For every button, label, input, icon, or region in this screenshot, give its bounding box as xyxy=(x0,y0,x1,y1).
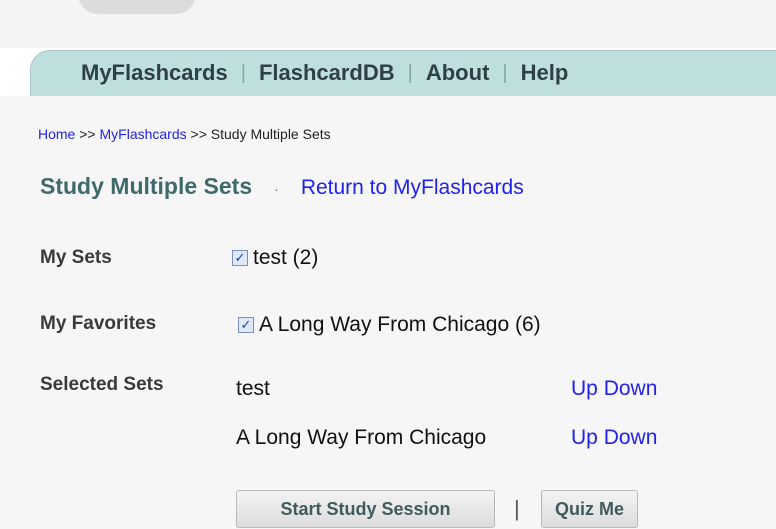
selected-set-order-controls: Up Down xyxy=(571,377,657,401)
checkbox-checked-icon[interactable]: ✓ xyxy=(238,317,254,333)
move-down-link[interactable]: Down xyxy=(604,377,658,400)
start-study-session-button[interactable]: Start Study Session xyxy=(236,490,495,528)
move-up-link[interactable]: Up xyxy=(571,377,598,400)
my-favorites-item[interactable]: ✓ A Long Way From Chicago (6) xyxy=(238,313,541,337)
logo xyxy=(78,0,196,14)
set-name: A Long Way From Chicago (6) xyxy=(259,313,541,336)
nav-separator: | xyxy=(407,61,413,84)
breadcrumb-separator: >> xyxy=(186,126,211,142)
checkbox-checked-icon[interactable]: ✓ xyxy=(232,250,248,266)
nav-separator: | xyxy=(502,61,508,84)
selected-set-order-controls: Up Down xyxy=(571,426,657,450)
nav-item-help[interactable]: Help xyxy=(521,60,569,86)
quiz-me-button[interactable]: Quiz Me xyxy=(541,490,638,528)
breadcrumb-separator: >> xyxy=(75,126,100,142)
breadcrumb-current: Study Multiple Sets xyxy=(210,126,331,142)
nav-item-myflashcards[interactable]: MyFlashcards xyxy=(81,60,228,86)
actions-separator: | xyxy=(514,496,520,521)
page-title: Study Multiple Sets xyxy=(40,173,253,199)
nav-separator: | xyxy=(240,61,246,84)
selected-set-name: test xyxy=(236,377,270,400)
selected-sets-label: Selected Sets xyxy=(40,374,164,395)
title-row: Study Multiple Sets · Return to MyFlashc… xyxy=(40,173,524,200)
header-band xyxy=(0,0,776,48)
my-favorites-label: My Favorites xyxy=(40,313,157,334)
nav-item-flashcarddb[interactable]: FlashcardDB xyxy=(259,60,395,86)
set-name: test (2) xyxy=(253,246,319,269)
title-separator: · xyxy=(274,181,279,197)
breadcrumb-myflashcards-link[interactable]: MyFlashcards xyxy=(100,126,187,142)
my-sets-label: My Sets xyxy=(40,247,112,268)
nav-items: MyFlashcards | FlashcardDB | About | Hel… xyxy=(81,60,568,86)
selected-set-name: A Long Way From Chicago xyxy=(236,426,487,449)
move-down-link[interactable]: Down xyxy=(604,426,658,449)
breadcrumb-home-link[interactable]: Home xyxy=(38,126,75,142)
breadcrumb: Home >> MyFlashcards >> Study Multiple S… xyxy=(38,126,331,142)
move-up-link[interactable]: Up xyxy=(571,426,598,449)
main-nav: MyFlashcards | FlashcardDB | About | Hel… xyxy=(30,50,776,96)
nav-item-about[interactable]: About xyxy=(426,60,490,86)
return-to-myflashcards-link[interactable]: Return to MyFlashcards xyxy=(301,176,524,200)
my-sets-item-test[interactable]: ✓ test (2) xyxy=(232,246,318,270)
